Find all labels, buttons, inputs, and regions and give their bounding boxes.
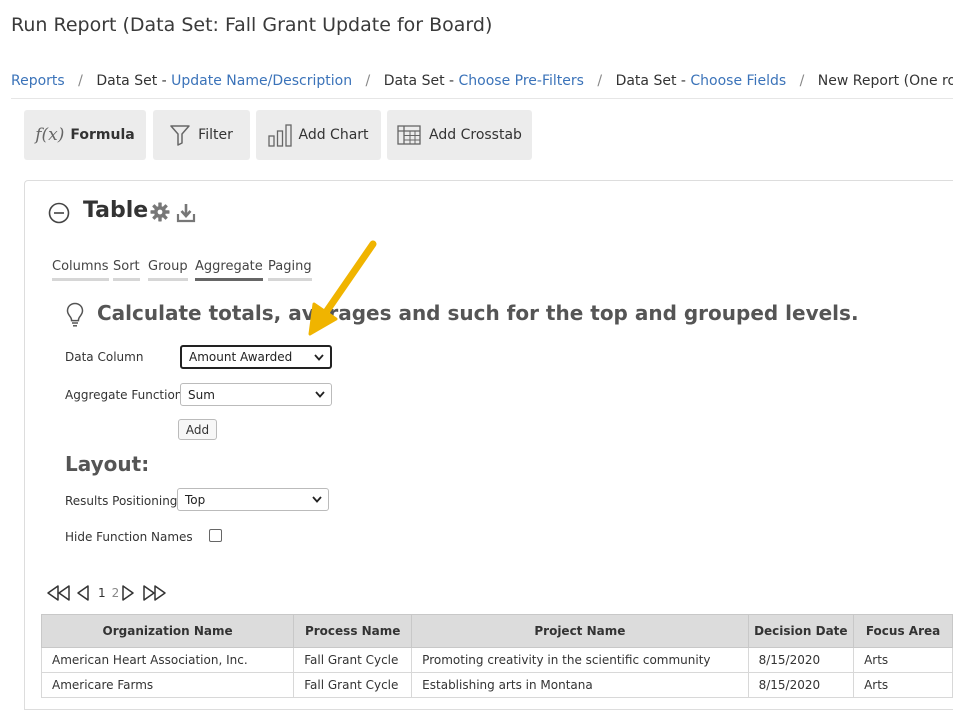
table-cell: Fall Grant Cycle (293, 647, 413, 673)
table-cell: Arts (853, 647, 953, 673)
results-positioning-select[interactable]: Top (177, 488, 329, 511)
first-page-icon[interactable] (46, 584, 72, 602)
pager: 1 2 (46, 584, 167, 602)
table-cell: Establishing arts in Montana (411, 672, 749, 698)
column-header-organization-name[interactable]: Organization Name (40, 614, 295, 648)
add-chart-button-label: Add Chart (298, 127, 369, 143)
aggregate-function-select[interactable]: Sum (180, 383, 332, 406)
subtab-aggregate[interactable]: Aggregate (195, 259, 263, 281)
aggregate-function-value: Sum (188, 387, 215, 402)
hide-function-names-label: Hide Function Names (65, 530, 193, 544)
breadcrumb-choose-fields-link[interactable]: Choose Fields (690, 73, 786, 89)
annotation-arrow-icon (308, 240, 377, 336)
add-crosstab-button[interactable]: Add Crosstab (387, 110, 532, 160)
breadcrumb-dataset-prefix: Data Set - (383, 73, 459, 89)
chevron-down-icon (315, 391, 325, 398)
subtab-group[interactable]: Group (148, 259, 188, 281)
function-icon: f(x) (35, 125, 65, 145)
column-header-project-name[interactable]: Project Name (411, 614, 749, 648)
crosstab-icon (397, 125, 421, 145)
results-positioning-value: Top (185, 492, 206, 507)
data-column-value: Amount Awarded (189, 350, 293, 364)
chevron-down-icon (314, 353, 324, 361)
gear-icon[interactable] (150, 202, 170, 222)
add-aggregate-button[interactable]: Add (178, 419, 217, 440)
breadcrumb-update-name-link[interactable]: Update Name/Description (171, 73, 352, 89)
column-header-focus-area[interactable]: Focus Area (853, 614, 953, 648)
formula-button-label: Formula (70, 127, 135, 143)
table-cell: American Heart Association, Inc. (40, 647, 295, 673)
page-title: Run Report (Data Set: Fall Grant Update … (11, 14, 493, 36)
page-number-next[interactable]: 2 (112, 586, 120, 600)
data-column-select[interactable]: Amount Awarded (180, 345, 332, 369)
add-chart-button[interactable]: Add Chart (256, 110, 381, 160)
table-row: Americare Farms Fall Grant Cycle Establi… (40, 672, 953, 698)
chevron-down-icon (312, 496, 322, 503)
table-header-row: Organization Name Process Name Project N… (40, 614, 953, 648)
subtab-columns[interactable]: Columns (52, 259, 109, 281)
aggregate-hint: Calculate totals, averages and such for … (97, 301, 859, 325)
table-row: American Heart Association, Inc. Fall Gr… (40, 647, 953, 673)
table-cell: 8/15/2020 (747, 672, 855, 698)
table-cell: Fall Grant Cycle (293, 672, 413, 698)
subtab-sort[interactable]: Sort (113, 259, 140, 281)
page-number-current: 1 (98, 586, 106, 600)
breadcrumb-prefilters-link[interactable]: Choose Pre-Filters (459, 73, 584, 89)
table-cell: Arts (853, 672, 953, 698)
layout-title: Layout: (65, 452, 150, 476)
add-crosstab-button-label: Add Crosstab (429, 127, 522, 143)
breadcrumb-dataset-prefix: Data Set - (615, 73, 691, 89)
breadcrumb-current: New Report (One row (817, 73, 953, 89)
report-table: Organization Name Process Name Project N… (40, 614, 953, 698)
data-column-label: Data Column (65, 350, 144, 364)
last-page-icon[interactable] (141, 584, 167, 602)
column-header-process-name[interactable]: Process Name (293, 614, 413, 648)
collapse-icon[interactable] (48, 202, 70, 224)
breadcrumb-reports-link[interactable]: Reports (11, 73, 65, 89)
formula-button[interactable]: f(x) Formula (24, 110, 146, 160)
table-cell: 8/15/2020 (747, 647, 855, 673)
results-positioning-label: Results Positioning (65, 494, 178, 508)
hide-function-names-checkbox[interactable] (209, 529, 222, 542)
filter-icon (170, 125, 190, 146)
table-cell: Americare Farms (40, 672, 295, 698)
download-icon[interactable] (176, 203, 196, 223)
header-divider (11, 98, 953, 99)
previous-page-icon[interactable] (76, 584, 90, 602)
filter-button-label: Filter (198, 127, 233, 143)
table-title: Table (83, 198, 149, 223)
table-cell: Promoting creativity in the scientific c… (411, 647, 749, 673)
lightbulb-icon (66, 302, 84, 327)
breadcrumb-dataset-prefix: Data Set - (96, 73, 172, 89)
breadcrumb: Reports / Data Set - Update Name/Descrip… (11, 73, 953, 89)
bar-chart-icon (268, 124, 293, 147)
filter-button[interactable]: Filter (153, 110, 250, 160)
aggregate-function-label: Aggregate Function (65, 388, 183, 402)
column-header-decision-date[interactable]: Decision Date (747, 614, 855, 648)
next-page-icon[interactable] (121, 584, 135, 602)
